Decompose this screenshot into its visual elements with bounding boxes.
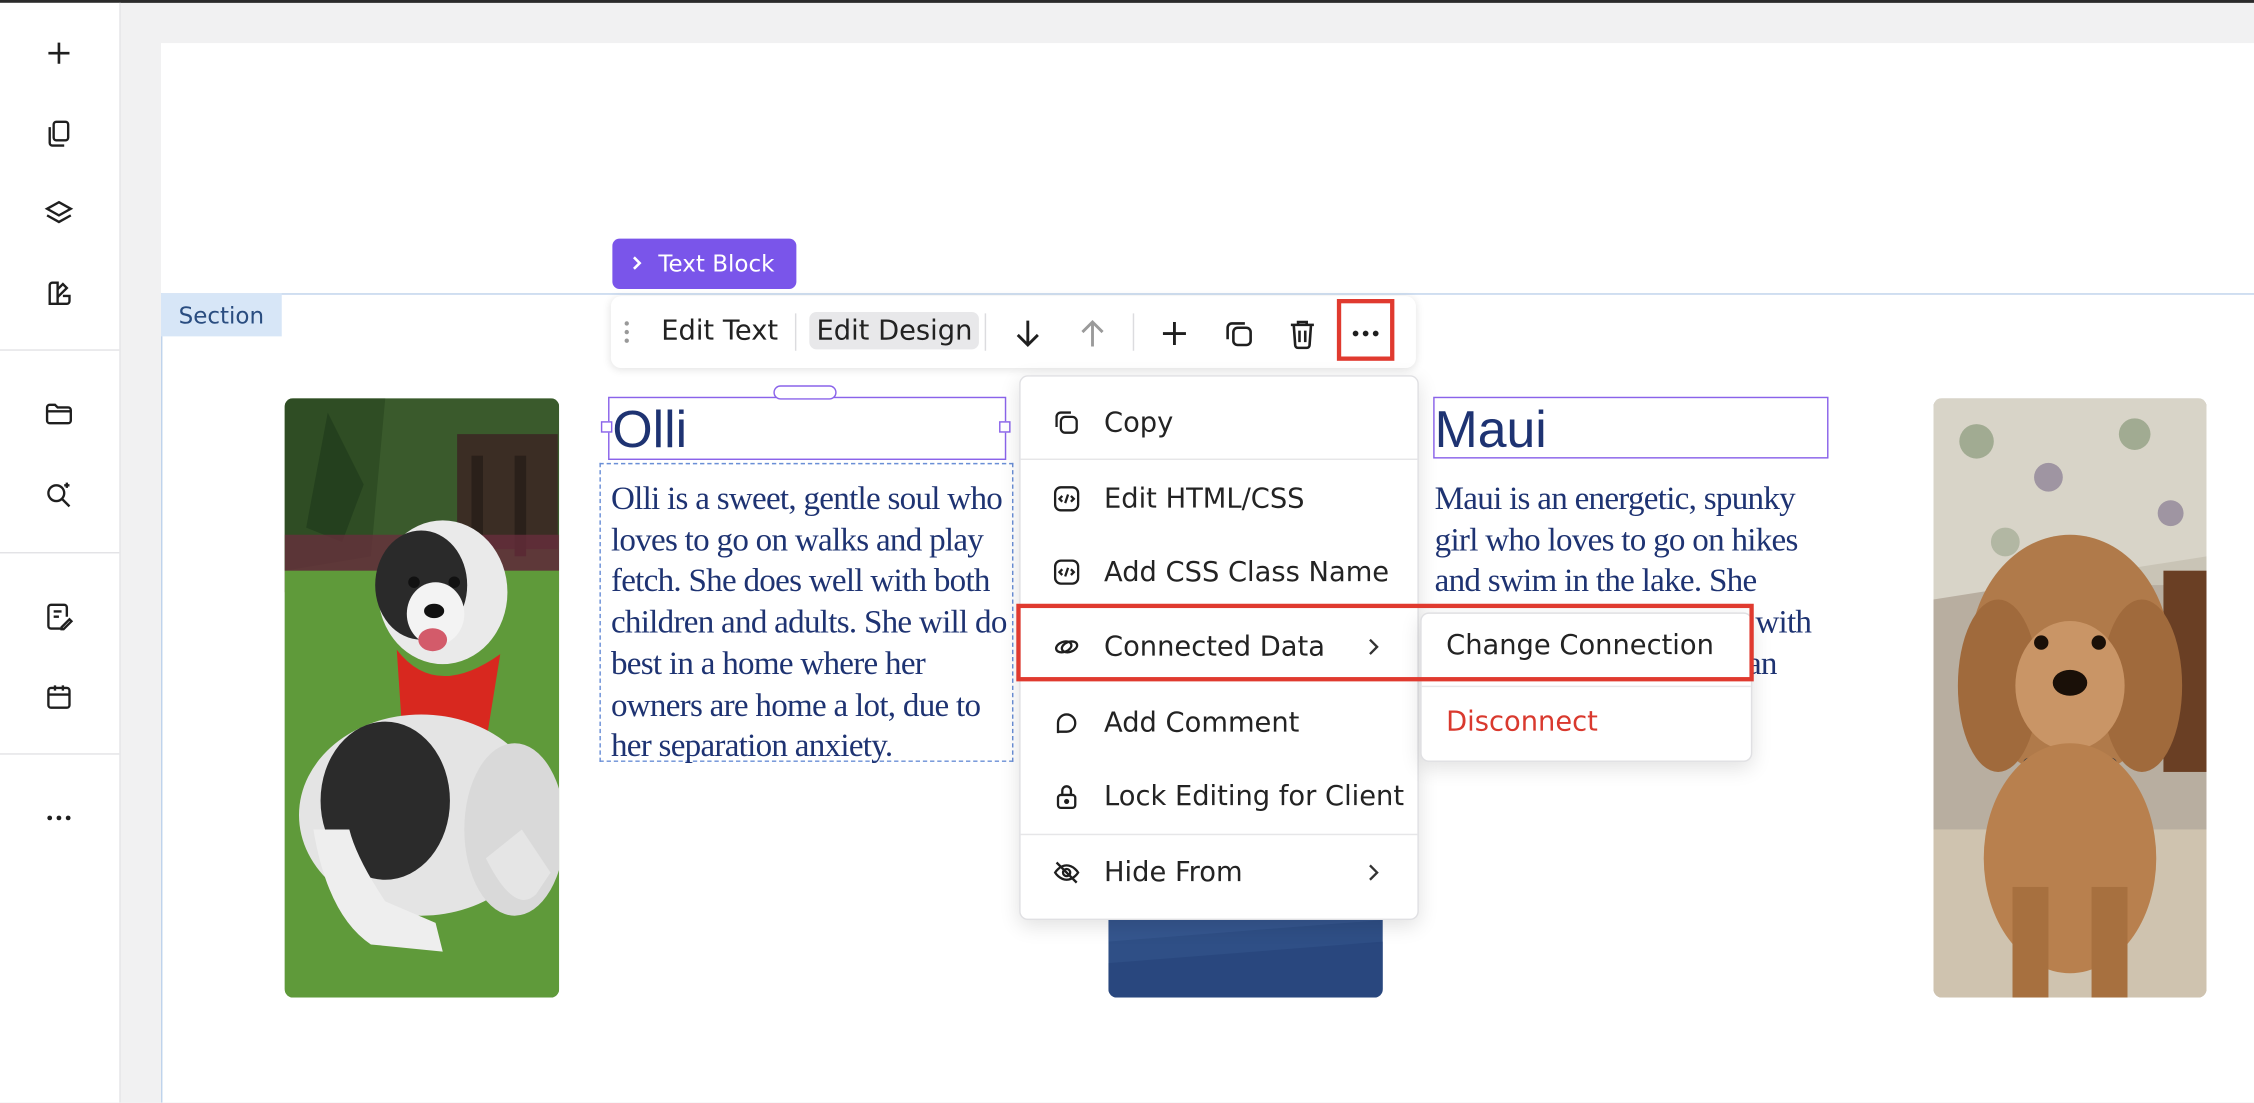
- sidebar-divider: [0, 753, 120, 755]
- design-icon[interactable]: [39, 273, 79, 313]
- menu-item-label: Add Comment: [1104, 707, 1300, 739]
- plus-icon[interactable]: [39, 33, 79, 73]
- chevron-right-icon: [630, 250, 644, 277]
- olli-photo[interactable]: [284, 398, 560, 998]
- folder-icon[interactable]: [39, 394, 79, 434]
- menu-item-copy[interactable]: Copy: [1021, 394, 1418, 452]
- menu-item-connected-data[interactable]: Connected Data: [1021, 618, 1418, 676]
- olli-description[interactable]: Olli is a sweet, gentle soul who loves t…: [611, 479, 1008, 768]
- change-connection-option[interactable]: Change Connection: [1446, 630, 1714, 662]
- drag-handle-icon[interactable]: [622, 319, 631, 351]
- forms-icon[interactable]: [39, 597, 79, 637]
- element-toolbar: Edit Text Edit Design: [610, 296, 1416, 368]
- submenu-divider: [1421, 685, 1751, 688]
- menu-item-lock-editing[interactable]: Lock Editing for Client: [1021, 768, 1418, 826]
- section-outline: [161, 293, 163, 1103]
- disconnect-option[interactable]: Disconnect: [1446, 706, 1598, 738]
- sidebar-divider: [0, 552, 120, 554]
- calendar-icon[interactable]: [39, 677, 79, 717]
- toolbar-divider: [1132, 313, 1135, 351]
- chevron-right-icon: [1361, 861, 1384, 884]
- trash-icon[interactable]: [1285, 316, 1320, 351]
- maui-desc-line: girl who loves to go on hikes: [1434, 521, 1799, 558]
- maui-desc-line: and swim in the lake. She: [1434, 562, 1758, 599]
- sidebar-divider: [0, 349, 120, 351]
- section-outline: [161, 293, 2254, 295]
- top-border: [0, 0, 2254, 3]
- eye-off-icon: [1051, 857, 1083, 889]
- copy-icon: [1051, 407, 1083, 439]
- text-block-badge[interactable]: Text Block: [612, 238, 797, 289]
- section-label[interactable]: Section: [161, 293, 282, 337]
- menu-divider: [1020, 458, 1418, 460]
- resize-handle-right[interactable]: [999, 421, 1011, 433]
- code-icon: [1051, 556, 1083, 588]
- olli-name[interactable]: Olli: [612, 400, 687, 460]
- link-icon: [1051, 631, 1083, 663]
- more-options-button[interactable]: [1336, 299, 1395, 361]
- text-block-label: Text Block: [658, 250, 775, 278]
- chevron-right-icon: [1361, 635, 1384, 658]
- menu-item-label: Add CSS Class Name: [1104, 556, 1390, 588]
- toolbar-divider: [794, 313, 797, 351]
- context-menu: Copy Edit HTML/CSS Add CSS Class Name Co…: [1019, 375, 1419, 920]
- resize-handle-top[interactable]: [773, 385, 837, 400]
- menu-item-label: Copy: [1104, 406, 1174, 439]
- maui-desc-line: Maui is an energetic, spunky: [1434, 480, 1796, 517]
- menu-item-edit-html-css[interactable]: Edit HTML/CSS: [1021, 470, 1418, 528]
- edit-text-button[interactable]: Edit Text: [661, 315, 778, 347]
- connected-data-submenu: Change Connection Disconnect: [1420, 612, 1753, 762]
- layers-icon[interactable]: [39, 193, 79, 233]
- menu-item-label: Connected Data: [1104, 631, 1325, 663]
- lock-icon: [1051, 781, 1083, 813]
- edit-design-button[interactable]: Edit Design: [809, 311, 980, 350]
- menu-item-label: Lock Editing for Client: [1104, 780, 1405, 813]
- menu-item-add-comment[interactable]: Add Comment: [1021, 694, 1418, 752]
- left-sidebar: [0, 2, 121, 1103]
- move-down-icon[interactable]: [1011, 316, 1046, 351]
- menu-item-hide-from[interactable]: Hide From: [1021, 844, 1418, 902]
- more-icon[interactable]: [39, 798, 79, 838]
- menu-item-add-css-class[interactable]: Add CSS Class Name: [1021, 543, 1418, 601]
- duplicate-icon[interactable]: [1222, 316, 1257, 351]
- search-sparkle-icon[interactable]: [39, 474, 79, 514]
- ellipsis-icon: [1351, 316, 1380, 343]
- menu-divider: [1020, 833, 1418, 836]
- add-icon[interactable]: [1157, 316, 1192, 351]
- code-icon: [1051, 483, 1083, 515]
- pages-icon[interactable]: [39, 114, 79, 154]
- move-up-icon[interactable]: [1075, 316, 1110, 351]
- comment-icon: [1051, 707, 1083, 739]
- maui-name[interactable]: Maui: [1435, 400, 1547, 460]
- toolbar-divider: [984, 313, 987, 351]
- resize-handle-left[interactable]: [600, 421, 613, 433]
- menu-item-label: Hide From: [1104, 856, 1243, 889]
- maui-photo[interactable]: [1933, 398, 2207, 998]
- menu-item-label: Edit HTML/CSS: [1104, 483, 1305, 515]
